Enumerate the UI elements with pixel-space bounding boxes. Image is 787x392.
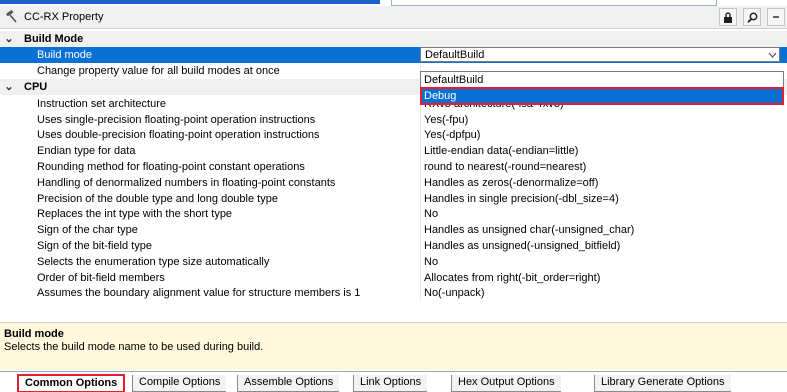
property-name: Change property value for all build mode… [37,64,280,77]
property-row-build-mode[interactable]: Build mode DefaultBuild [0,47,787,63]
property-name: Uses double-precision floating-point ope… [37,129,320,142]
property-value: Handles as unsigned(-unsigned_bitfield) [424,240,621,253]
property-row[interactable]: Rounding method for floating-point const… [0,159,787,175]
property-name: Instruction set architecture [37,97,167,110]
column-divider [420,269,421,286]
property-row[interactable]: Sign of the char type Handles as unsigne… [0,222,787,239]
description-title: Build mode [4,328,64,340]
chevron-down-icon[interactable]: ⌄ [0,80,18,93]
options-tab-bar: Common Options Compile Options Assemble … [0,371,787,392]
property-name: Replaces the int type with the short typ… [37,208,233,221]
property-value: Allocates from right(-bit_order=right) [424,271,601,284]
column-divider [420,111,421,128]
description-text: Selects the build mode name to be used d… [4,341,264,353]
build-mode-combo[interactable]: DefaultBuild [420,47,780,63]
property-name: Assumes the boundary alignment value for… [37,287,361,300]
category-label: CPU [24,80,48,93]
search-icon[interactable] [743,8,761,26]
property-row[interactable]: Sign of the bit-field type Handles as un… [0,238,787,254]
chevron-down-icon[interactable] [766,49,778,61]
property-value: No [424,255,439,268]
tab-library-generate-options[interactable]: Library Generate Options [594,375,731,392]
category-build-mode[interactable]: ⌄ Build Mode [0,31,787,47]
property-value: No [424,208,439,221]
property-value: Yes(-fpu) [424,113,469,126]
column-divider [420,175,421,191]
property-name: Build mode [37,48,93,61]
column-divider [420,238,421,254]
hammer-icon [0,6,22,28]
property-value: round to nearest(-round=nearest) [424,161,587,174]
build-mode-dropdown-list[interactable]: DefaultBuild Debug [420,71,784,105]
property-row[interactable]: Selects the enumeration type size automa… [0,254,787,270]
tab-hex-output-options[interactable]: Hex Output Options [451,375,561,392]
property-row[interactable]: Precision of the double type and long do… [0,190,787,207]
dropdown-option-debug[interactable]: Debug [420,87,784,105]
property-name: Sign of the char type [37,224,138,237]
property-value: Handles as zeros(-denormalize=off) [424,176,599,189]
window-title: CC-RX Property [24,11,104,23]
tab-compile-options[interactable]: Compile Options [132,375,227,392]
property-name: Precision of the double type and long do… [37,192,278,205]
description-panel: Build mode Selects the build mode name t… [0,322,787,370]
combo-value: DefaultBuild [425,49,485,62]
property-row[interactable]: Assumes the boundary alignment value for… [0,285,787,302]
property-name: Order of bit-field members [37,271,165,284]
column-divider [420,206,421,223]
column-divider [420,254,421,270]
column-divider [420,159,421,175]
dropdown-option-defaultbuild[interactable]: DefaultBuild [421,72,783,88]
property-value: Handles as unsigned char(-unsigned_char) [424,224,635,237]
column-divider [420,190,421,207]
column-divider [420,127,421,144]
tab-link-options[interactable]: Link Options [353,375,428,392]
property-value: Handles in single precision(-dbl_size=4) [424,192,619,205]
column-divider [420,222,421,239]
tab-highlight-bar [0,0,380,4]
property-name: Selects the enumeration type size automa… [37,255,270,268]
minimize-icon[interactable] [767,8,785,26]
property-value: Little-endian data(-endian=little) [424,145,579,158]
category-label: Build Mode [24,32,84,45]
property-row[interactable]: Order of bit-field members Allocates fro… [0,269,787,286]
property-name: Sign of the bit-field type [37,240,152,253]
window-titlebar: CC-RX Property [0,6,787,29]
lock-icon[interactable] [719,8,737,26]
property-value: Yes(-dpfpu) [424,129,481,142]
property-row[interactable]: Uses double-precision floating-point ope… [0,127,787,144]
property-name: Uses single-precision floating-point ope… [37,113,316,126]
property-row[interactable]: Uses single-precision floating-point ope… [0,111,787,128]
tab-assemble-options[interactable]: Assemble Options [237,375,340,392]
property-row[interactable]: Replaces the int type with the short typ… [0,206,787,223]
property-row[interactable]: Endian type for data Little-endian data(… [0,143,787,160]
property-name: Handling of denormalized numbers in floa… [37,176,336,189]
property-value: No(-unpack) [424,287,485,300]
column-divider [420,143,421,160]
property-name: Endian type for data [37,145,136,158]
property-name: Rounding method for floating-point const… [37,161,305,174]
tab-common-options[interactable]: Common Options [17,374,126,392]
column-divider [420,285,421,302]
chevron-down-icon[interactable]: ⌄ [0,32,18,45]
property-row[interactable]: Handling of denormalized numbers in floa… [0,175,787,191]
